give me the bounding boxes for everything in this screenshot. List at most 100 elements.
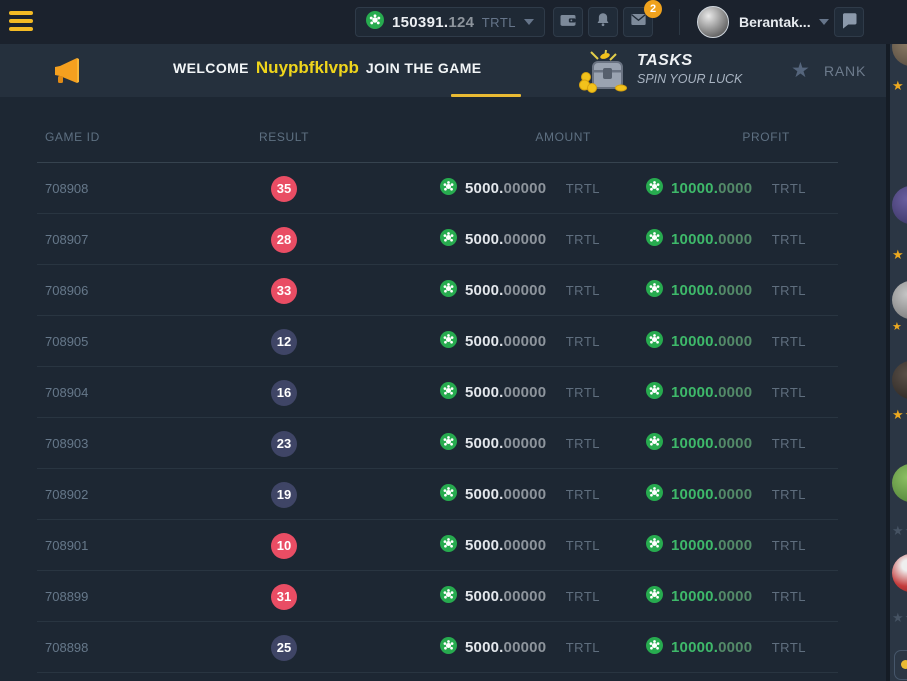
amount-value: 5000.00000 — [465, 588, 546, 605]
game-id-cell: 708899 — [45, 589, 245, 604]
amount-value: 5000.00000 — [465, 180, 546, 197]
amount-currency: TRTL — [566, 232, 600, 247]
chat-rank-star-icon — [892, 248, 904, 261]
table-row[interactable]: 708904 16 5000.00000 TRTL — [0, 367, 886, 418]
user-avatar[interactable] — [697, 6, 729, 38]
amount-currency: TRTL — [566, 487, 600, 502]
profit-currency: TRTL — [772, 589, 806, 604]
coin-icon — [440, 637, 457, 659]
profit-value: 10000.0000 — [671, 435, 752, 452]
amount-value: 5000.00000 — [465, 435, 546, 452]
coin-icon — [646, 535, 663, 557]
chat-toggle-button[interactable] — [834, 7, 864, 37]
chat-input-edge[interactable] — [894, 650, 907, 680]
coin-icon — [366, 11, 384, 34]
coin-icon — [440, 178, 457, 200]
tasks-subtitle: SPIN YOUR LUCK — [637, 72, 742, 86]
table-header-row: GAME ID RESULT AMOUNT PROFIT — [0, 97, 886, 163]
profit-value: 10000.0000 — [671, 282, 752, 299]
amount-currency: TRTL — [566, 436, 600, 451]
chevron-down-icon[interactable] — [819, 19, 829, 25]
menu-icon[interactable] — [9, 11, 35, 33]
amount-value: 5000.00000 — [465, 384, 546, 401]
amount-currency: TRTL — [566, 181, 600, 196]
header-result: RESULT — [245, 130, 323, 144]
username-label[interactable]: Berantak... — [739, 14, 811, 30]
coin-icon — [440, 433, 457, 455]
coin-icon — [646, 331, 663, 353]
game-id-cell: 708898 — [45, 640, 245, 655]
coin-icon — [440, 229, 457, 251]
chat-avatar — [892, 186, 907, 224]
table-row[interactable]: 708902 19 5000.00000 TRTL — [0, 469, 886, 520]
result-badge: 28 — [271, 227, 297, 253]
welcome-banner: WELCOME Nuypbfklvpb JOIN THE GAME — [0, 44, 886, 97]
amount-currency: TRTL — [566, 589, 600, 604]
profit-value: 10000.0000 — [671, 180, 752, 197]
coin-icon — [440, 586, 457, 608]
coin-icon — [646, 382, 663, 404]
balance-selector[interactable]: 150391.124 TRTL — [355, 7, 545, 37]
wallet-button[interactable] — [553, 7, 583, 37]
game-id-cell: 708907 — [45, 232, 245, 247]
table-row[interactable]: 708907 28 5000.00000 TRTL — [0, 214, 886, 265]
chat-avatar — [892, 281, 907, 319]
result-badge: 31 — [271, 584, 297, 610]
result-badge: 19 — [271, 482, 297, 508]
game-id-cell: 708901 — [45, 538, 245, 553]
mail-badge: 2 — [644, 0, 662, 18]
notifications-button[interactable] — [588, 7, 618, 37]
chat-avatar — [892, 44, 907, 66]
result-badge: 16 — [271, 380, 297, 406]
rank-star-icon[interactable]: ★ — [791, 58, 810, 83]
result-badge: 25 — [271, 635, 297, 661]
table-row[interactable]: 708903 23 5000.00000 TRTL — [0, 418, 886, 469]
chat-sidebar-edge[interactable] — [890, 44, 907, 681]
welcome-message: WELCOME Nuypbfklvpb JOIN THE GAME — [173, 58, 482, 78]
table-row[interactable]: 708901 10 5000.00000 TRTL — [0, 520, 886, 571]
chat-rank-star-icon — [892, 408, 907, 421]
game-id-cell: 708902 — [45, 487, 245, 502]
chat-avatar — [892, 361, 907, 399]
profit-currency: TRTL — [772, 640, 806, 655]
table-row[interactable]: 708905 12 5000.00000 TRTL — [0, 316, 886, 367]
table-row[interactable]: 708906 33 5000.00000 TRTL — [0, 265, 886, 316]
profit-value: 10000.0000 — [671, 486, 752, 503]
table-row[interactable]: 708908 35 5000.00000 TRTL — [0, 163, 886, 214]
wallet-icon — [558, 10, 578, 35]
game-id-cell: 708905 — [45, 334, 245, 349]
bell-icon — [594, 11, 612, 34]
result-badge: 12 — [271, 329, 297, 355]
bets-history-table: GAME ID RESULT AMOUNT PROFIT 708908 35 — [0, 97, 886, 673]
profit-currency: TRTL — [772, 283, 806, 298]
coin-icon — [646, 178, 663, 200]
profit-currency: TRTL — [772, 334, 806, 349]
profit-currency: TRTL — [772, 232, 806, 247]
tasks-link[interactable]: TASKS SPIN YOUR LUCK — [637, 52, 742, 86]
amount-currency: TRTL — [566, 334, 600, 349]
balance-amount: 150391.124 — [392, 14, 474, 31]
chat-avatar — [892, 554, 907, 592]
profit-value: 10000.0000 — [671, 333, 752, 350]
chest-icon[interactable] — [578, 49, 628, 98]
coin-icon — [440, 280, 457, 302]
rank-link[interactable]: RANK — [824, 63, 866, 79]
table-row[interactable]: 708899 31 5000.00000 TRTL — [0, 571, 886, 622]
app-window: 150391.124 TRTL — [0, 0, 907, 681]
profit-currency: TRTL — [772, 538, 806, 553]
main-content: WELCOME Nuypbfklvpb JOIN THE GAME — [0, 44, 886, 681]
amount-value: 5000.00000 — [465, 639, 546, 656]
coin-icon — [646, 433, 663, 455]
game-id-cell: 708903 — [45, 436, 245, 451]
table-row[interactable]: 708898 25 5000.00000 TRTL — [0, 622, 886, 673]
coin-icon — [646, 586, 663, 608]
top-bar: 150391.124 TRTL — [0, 0, 907, 44]
game-id-cell: 708908 — [45, 181, 245, 196]
amount-value: 5000.00000 — [465, 231, 546, 248]
chat-rank-star-icon — [892, 79, 904, 92]
chat-rank-star-icon — [892, 321, 902, 334]
amount-currency: TRTL — [566, 640, 600, 655]
amount-currency: TRTL — [566, 538, 600, 553]
amount-value: 5000.00000 — [465, 282, 546, 299]
profit-value: 10000.0000 — [671, 384, 752, 401]
